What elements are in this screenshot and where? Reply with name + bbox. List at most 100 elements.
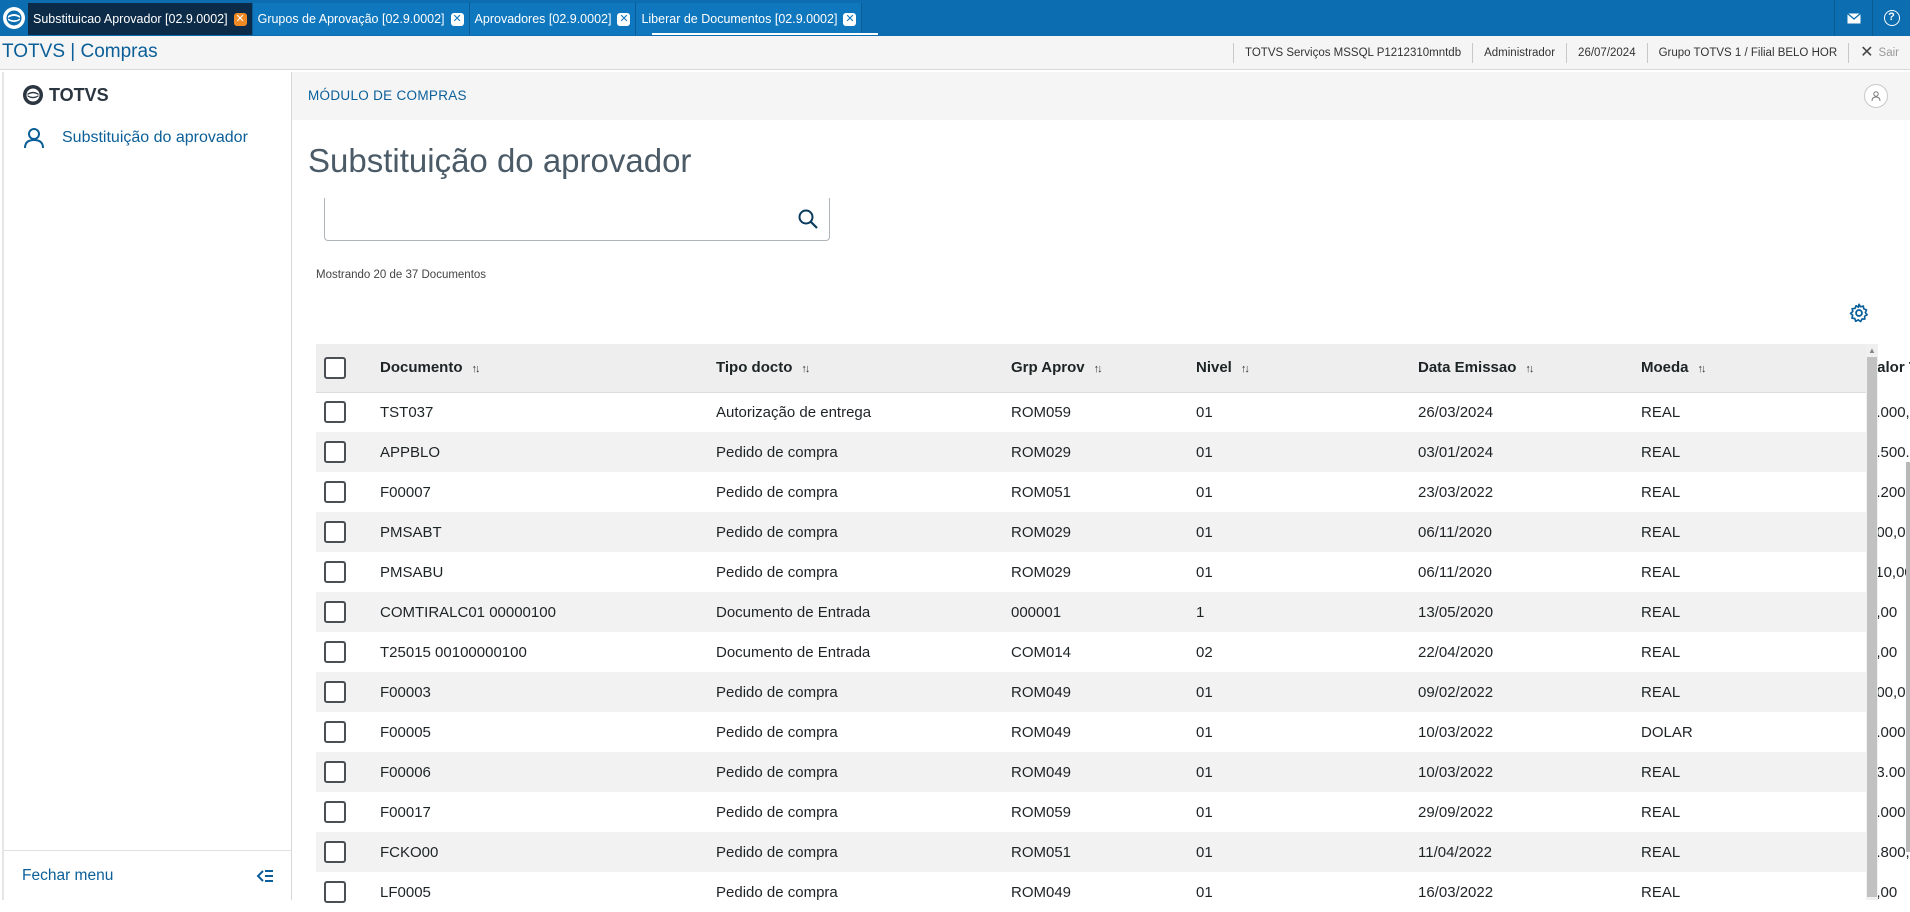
tab-close-icon[interactable]: ✕ xyxy=(233,12,247,26)
row-checkbox[interactable] xyxy=(324,681,346,703)
help-icon[interactable]: ? xyxy=(1872,0,1910,36)
tab-label: Liberar de Documentos [02.9.0002] xyxy=(641,12,838,26)
cell-documento: APPBLO xyxy=(380,432,716,472)
cell-nivel: 01 xyxy=(1196,512,1418,552)
cell-nivel: 01 xyxy=(1196,803,1213,821)
cell-tipo-docto: Pedido de compra xyxy=(716,672,1011,712)
row-select-cell xyxy=(316,552,380,592)
table-row[interactable]: PMSABT Pedido de compra ROM029 01 06/11/2020… xyxy=(316,512,1910,552)
tab-1[interactable]: Grupos de Aprovação [02.9.0002] ✕ xyxy=(252,3,470,35)
row-checkbox[interactable] xyxy=(324,481,346,503)
cell-moeda: REAL xyxy=(1641,883,1681,901)
cell-tipo-docto: Pedido de compra xyxy=(716,563,838,581)
cell-documento: LF0005 xyxy=(380,883,431,901)
cell-data-emissao: 06/11/2020 xyxy=(1418,512,1641,552)
logout-button[interactable]: ✕ Sair xyxy=(1848,43,1910,63)
table-row[interactable]: F00003 Pedido de compra ROM049 01 09/02/2022… xyxy=(316,672,1910,712)
tab-0[interactable]: Substituicao Aprovador [02.9.0002] ✕ xyxy=(28,3,253,35)
row-checkbox[interactable] xyxy=(324,801,346,823)
search-input[interactable] xyxy=(324,198,830,241)
row-checkbox[interactable] xyxy=(324,761,346,783)
gear-icon[interactable] xyxy=(1848,302,1870,324)
sort-icon[interactable]: ↑↓ xyxy=(1241,363,1254,375)
table-row[interactable]: APPBLO Pedido de compra ROM029 01 03/01/2024… xyxy=(316,432,1910,472)
table-row[interactable]: LF0005 Pedido de compra ROM049 01 16/03/2022… xyxy=(316,872,1897,912)
sort-icon[interactable]: ↑↓ xyxy=(1525,363,1538,375)
profile-icon[interactable] xyxy=(1864,84,1888,108)
cell-nivel: 01 xyxy=(1196,752,1418,792)
cell-tipo-docto: Pedido de compra xyxy=(716,432,1011,472)
column-header-grp-aprov[interactable]: Grp Aprov ↑↓ xyxy=(1011,344,1196,393)
cell-documento: T25015 00100000100 xyxy=(380,643,527,661)
search-icon[interactable] xyxy=(797,208,819,230)
tab-3[interactable]: Liberar de Documentos [02.9.0002] ✕ xyxy=(636,3,863,35)
table-row[interactable]: F00007 Pedido de compra ROM051 01 23/03/2022… xyxy=(316,472,1910,512)
cell-nivel: 01 xyxy=(1196,403,1213,421)
close-menu-button[interactable]: Fechar menu xyxy=(4,850,292,900)
cell-grp-aprov: ROM059 xyxy=(1011,803,1072,821)
table-row[interactable]: PMSABU Pedido de compra ROM029 01 06/11/2020… xyxy=(316,552,1910,592)
row-checkbox[interactable] xyxy=(324,521,346,543)
cell-moeda: REAL xyxy=(1641,483,1681,501)
sidebar: TOTVS Substituição do aprovador Fechar m… xyxy=(2,72,292,900)
row-checkbox[interactable] xyxy=(324,841,346,863)
table-row[interactable]: COMTIRALC01 00000100 Documento de Entrada… xyxy=(316,592,1897,632)
column-header-nivel[interactable]: Nivel ↑↓ xyxy=(1196,344,1418,393)
branch-label[interactable]: Grupo TOTVS 1 / Filial BELO HOR xyxy=(1646,43,1849,63)
row-select-cell xyxy=(316,512,380,552)
table-row[interactable]: F00005 Pedido de compra ROM049 01 10/03/2022… xyxy=(316,712,1910,752)
cell-grp-aprov: ROM029 xyxy=(1011,512,1196,552)
row-select-cell xyxy=(316,712,380,752)
totvs-logo-icon[interactable] xyxy=(0,4,28,32)
cell-grp-aprov: ROM029 xyxy=(1011,432,1196,472)
sort-icon[interactable]: ↑↓ xyxy=(1698,363,1711,375)
cell-grp-aprov: ROM049 xyxy=(1011,723,1072,741)
cell-grp-aprov: ROM049 xyxy=(1011,672,1196,712)
sort-icon[interactable]: ↑↓ xyxy=(1094,363,1107,375)
row-checkbox[interactable] xyxy=(324,441,346,463)
cell-documento: PMSABU xyxy=(380,563,444,581)
cell-data-emissao: 10/03/2022 xyxy=(1418,752,1641,792)
row-select-cell xyxy=(316,672,380,712)
row-checkbox[interactable] xyxy=(324,561,346,583)
page-scrollbar[interactable] xyxy=(1906,462,1910,852)
row-checkbox[interactable] xyxy=(324,641,346,663)
row-checkbox[interactable] xyxy=(324,401,346,424)
cell-tipo-docto: Pedido de compra xyxy=(716,803,838,821)
search-field[interactable] xyxy=(335,198,775,236)
column-header-tipo-docto[interactable]: Tipo docto ↑↓ xyxy=(716,344,1011,393)
tab-2[interactable]: Aprovadores [02.9.0002] ✕ xyxy=(469,3,637,35)
cell-grp-aprov: ROM051 xyxy=(1011,832,1196,872)
sort-icon[interactable]: ↑↓ xyxy=(472,363,485,375)
table-row[interactable]: T25015 00100000100 Documento de Entrada CO… xyxy=(316,632,1897,672)
cell-documento: F00005 xyxy=(380,723,431,741)
sidebar-item-substituicao[interactable]: Substituição do aprovador xyxy=(22,126,248,150)
column-header-data-emissao[interactable]: Data Emissao ↑↓ xyxy=(1418,344,1641,393)
scrollbar-thumb[interactable] xyxy=(1867,357,1877,897)
cell-moeda: REAL xyxy=(1641,563,1681,581)
table-row[interactable]: F00017 Pedido de compra ROM059 01 29/09/2022… xyxy=(316,792,1910,832)
sort-icon[interactable]: ↑↓ xyxy=(801,363,814,375)
column-header-moeda[interactable]: Moeda ↑↓ xyxy=(1641,344,1868,393)
table-row[interactable]: F00006 Pedido de compra ROM049 01 10/03/2022… xyxy=(316,752,1910,792)
cell-nivel: 01 xyxy=(1196,832,1418,872)
scroll-up-icon[interactable]: ▲ xyxy=(1868,346,1876,355)
table-row[interactable]: TST037 Autorização de entrega ROM059 01 26/0… xyxy=(316,392,1910,432)
table-scrollbar[interactable]: ▲ xyxy=(1866,344,1878,900)
column-header-documento[interactable]: Documento ↑↓ xyxy=(380,344,716,393)
tab-close-icon[interactable]: ✕ xyxy=(450,12,464,26)
totvs-brand-icon xyxy=(23,85,43,105)
tab-close-icon[interactable]: ✕ xyxy=(843,12,857,26)
row-checkbox[interactable] xyxy=(324,601,346,623)
cell-data-emissao: 26/03/2024 xyxy=(1418,403,1494,421)
cell-moeda: REAL xyxy=(1641,752,1868,792)
cell-grp-aprov: ROM029 xyxy=(1011,563,1072,581)
tab-close-icon[interactable]: ✕ xyxy=(617,12,631,26)
user-label: Administrador xyxy=(1472,43,1566,63)
table-row[interactable]: FCKO00 Pedido de compra ROM051 01 11/04/2022… xyxy=(316,832,1910,872)
tab-underline xyxy=(652,33,878,35)
mail-icon[interactable] xyxy=(1834,0,1872,36)
tab-bar: Substituicao Aprovador [02.9.0002] ✕ Grupo… xyxy=(0,0,1910,36)
row-checkbox[interactable] xyxy=(324,721,346,743)
select-all-checkbox[interactable] xyxy=(324,356,346,379)
